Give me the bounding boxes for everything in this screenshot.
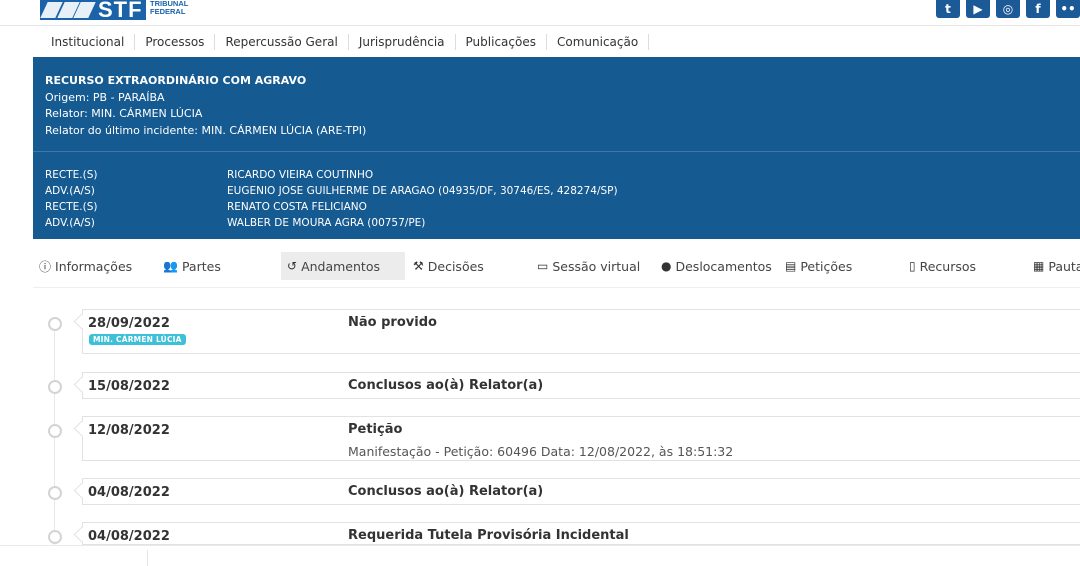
users-icon: 👥 [163,259,178,273]
tab-label: Andamentos [301,258,380,274]
entry-description: Requerida Tutela Provisória Incidental [348,528,629,543]
history-icon: ↺ [287,259,298,273]
tab-label: Recursos [919,258,977,274]
flickr-icon[interactable]: •• [1056,0,1080,18]
logo-text: STF [98,0,143,22]
tab-decisoes[interactable]: ⚒ Decisões [407,252,490,280]
entry-description: Não provido [348,315,437,330]
stf-logo[interactable]: STF [40,0,146,22]
parties-list: RECTE.(S) RICARDO VIEIRA COUTINHO ADV.(A… [45,167,618,231]
entry-date: 15/08/2022 [88,379,170,394]
logo-subtitle: TRIBUNAL FEDERAL [150,0,188,16]
nav-item-institucional[interactable]: Institucional [40,34,136,50]
youtube-icon[interactable]: ▶ [966,0,990,18]
timeline-card: 04/08/2022 Requerida Tutela Provisória I… [82,522,1080,545]
party-role: RECTE.(S) [45,201,98,213]
entry-description: Conclusos ao(à) Relator(a) [348,378,544,393]
party-name: EUGENIO JOSE GUILHERME DE ARAGAO (04935/… [227,185,618,197]
tab-sessao-virtual[interactable]: ▭ Sessão virtual [531,252,646,280]
tab-label: Informações [55,258,133,274]
timeline-dot [48,486,62,500]
timeline-card: 04/08/2022 Conclusos ao(à) Relator(a) [82,478,1080,505]
party-role: ADV.(A/S) [45,217,95,229]
entry-date: 28/09/2022 [88,316,170,331]
timeline-rule [54,320,55,560]
process-summary: RECURSO EXTRAORDINÁRIO COM AGRAVO Origem… [45,73,366,139]
process-title: RECURSO EXTRAORDINÁRIO COM AGRAVO [45,74,307,87]
tab-partes[interactable]: 👥 Partes [157,252,227,280]
process-relator: Relator: MIN. CÁRMEN LÚCIA [45,107,203,120]
timeline-card: 28/09/2022 MIN. CÁRMEN LÚCIA Não provido [82,309,1080,354]
tab-deslocamentos[interactable]: ● Deslocamentos [655,252,778,280]
calendar-icon: ▦ [1033,259,1045,273]
party-role: ADV.(A/S) [45,185,95,197]
timeline-card: 15/08/2022 Conclusos ao(à) Relator(a) [82,372,1080,399]
facebook-icon[interactable]: f [1026,0,1050,18]
social-links: t ▶ ◎ f •• [936,0,1080,18]
bottom-divider [147,550,148,566]
file-icon: ▯ [909,259,916,273]
entry-date: 04/08/2022 [88,529,170,544]
timeline-dot [48,317,62,331]
timeline-dot [48,424,62,438]
entry-detail: Manifestação - Petição: 60496 Data: 12/0… [348,444,734,459]
gavel-icon: ⚒ [413,259,424,273]
panel-divider [33,151,1080,152]
nav-item-jurisprudencia[interactable]: Jurisprudência [349,34,456,50]
tab-label: Partes [181,258,221,274]
process-header-panel: RECURSO EXTRAORDINÁRIO COM AGRAVO Origem… [33,57,1080,239]
entry-date: 04/08/2022 [88,485,170,500]
party-name: WALBER DE MOURA AGRA (00757/PE) [227,217,426,229]
process-relator-ultimo: Relator do último incidente: MIN. CÁRMEN… [45,123,367,137]
tab-label: Pauta [1048,258,1080,274]
instagram-icon[interactable]: ◎ [996,0,1020,18]
tab-label: Deslocamentos [675,258,772,274]
entry-description: Petição [348,422,403,437]
party-name: RICARDO VIEIRA COUTINHO [227,169,374,181]
bottom-bar [0,545,1080,566]
main-nav: Institucional Processos Repercussão Gera… [40,32,650,52]
timeline-dot [48,530,62,544]
tab-recursos[interactable]: ▯ Recursos [903,252,982,280]
twitter-icon[interactable]: t [936,0,960,18]
party-row: ADV.(A/S) WALBER DE MOURA AGRA (00757/PE… [45,215,618,231]
timeline-card: 12/08/2022 Petição Manifestação - Petiçã… [82,416,1080,461]
nav-item-comunicacao[interactable]: Comunicação [547,34,650,50]
party-row: RECTE.(S) RICARDO VIEIRA COUTINHO [45,167,618,183]
tab-pauta[interactable]: ▦ Pauta [1027,252,1080,280]
top-bar: STF TRIBUNAL FEDERAL t ▶ ◎ f •• [0,0,1080,26]
tab-andamentos[interactable]: ↺ Andamentos [281,252,405,280]
process-origem: Origem: PB - PARAÍBA [45,90,165,104]
file-pdf-icon: ▤ [785,259,797,273]
party-name: RENATO COSTA FELICIANO [227,201,367,213]
timeline-dot [48,380,62,394]
party-role: RECTE.(S) [45,169,98,181]
party-row: ADV.(A/S) EUGENIO JOSE GUILHERME DE ARAG… [45,183,618,199]
nav-item-publicacoes[interactable]: Publicações [456,34,547,50]
process-tabs: ⓘ Informações 👥 Partes ↺ Andamentos ⚒ De… [33,252,1080,280]
map-marker-icon: ● [661,259,672,273]
tab-informacoes[interactable]: ⓘ Informações [33,252,138,280]
monitor-icon: ▭ [537,259,549,273]
relator-badge: MIN. CÁRMEN LÚCIA [89,334,186,345]
nav-item-processos[interactable]: Processos [135,34,216,50]
entry-date: 12/08/2022 [88,423,170,438]
party-row: RECTE.(S) RENATO COSTA FELICIANO [45,199,618,215]
tabs-divider [33,287,1080,288]
logo-mark [40,2,96,18]
entry-description: Conclusos ao(à) Relator(a) [348,484,544,499]
logo-subtitle-line-2: FEDERAL [150,7,186,16]
tab-label: Petições [800,258,853,274]
info-icon: ⓘ [39,259,52,274]
nav-item-repercussao-geral[interactable]: Repercussão Geral [215,34,349,50]
tab-peticoes[interactable]: ▤ Petições [779,252,858,280]
tab-label: Sessão virtual [552,258,641,274]
tab-label: Decisões [427,258,484,274]
